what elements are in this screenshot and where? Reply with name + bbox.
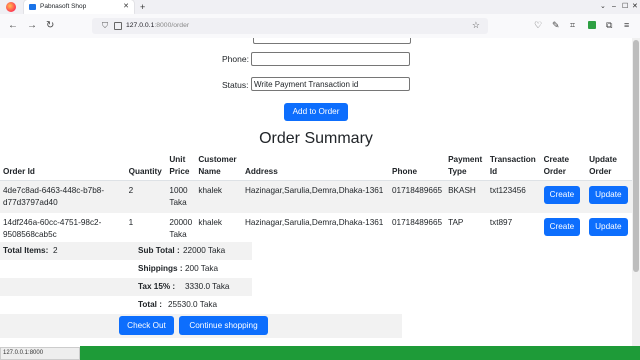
tax-label: Tax 15% : [138,282,176,291]
shield-icon[interactable]: ⛉ [102,21,108,31]
shipping-value: 200 Taka [185,264,219,273]
status-input[interactable]: Write Payment Transaction id [251,77,410,91]
header-payment-type: Payment Type [445,152,487,181]
address-input[interactable] [253,38,411,44]
table-row: 4de7c8ad-6463-448c-b7b8-d77d3797ad40 2 1… [0,180,632,213]
page-title: Order Summary [259,130,373,147]
window-close-icon[interactable]: ✕ [632,0,638,14]
browser-tab[interactable]: Pabnasoft Shop ✕ [24,0,134,14]
extensions-icon[interactable]: ⧉ [606,19,612,31]
update-button[interactable]: Update [589,218,628,236]
screenshot-icon[interactable]: ⌗ [570,19,575,31]
total-items-label: Total Items: [3,246,49,255]
site-favicon-icon [29,4,36,10]
extension-icon[interactable] [588,21,596,29]
forward-icon[interactable]: → [27,19,37,33]
table-header-row: Order Id Quantity Unit Price Customer Na… [0,152,632,181]
header-quantity: Quantity [125,152,167,181]
checkout-button[interactable]: Check Out [119,316,174,335]
header-order-id: Order Id [0,152,126,181]
back-icon[interactable]: ← [8,19,18,33]
unit-price-cell: 20000 Taka [166,213,196,245]
grand-total-row: Total : 25530.0 Taka [0,296,252,314]
scrollbar-thumb[interactable] [633,40,639,272]
bookmark-star-icon[interactable]: ☆ [472,20,480,31]
customer-cell: khalek [195,213,242,245]
browser-tab-bar: Pabnasoft Shop ✕ + ⌄ – ☐ ✕ [0,0,640,14]
quantity-cell: 1 [125,213,167,245]
url-text[interactable]: 127.0.0.1:8000/order [126,18,189,34]
phone-cell: 01718489665 [388,180,446,213]
firefox-icon[interactable] [6,2,16,12]
total-items-row: Total Items: 2 Sub Total : 22000 Taka [0,242,252,260]
minimize-icon[interactable]: – [612,0,616,14]
update-cell: Update [586,213,632,245]
header-create-order: Create Order [540,152,587,181]
address-bar[interactable]: ⛉ 127.0.0.1:8000/order ☆ [92,18,488,34]
header-update-order: Update Order [586,152,632,181]
page-info-icon[interactable] [114,22,122,30]
payment-cell: BKASH [445,180,487,213]
eyedropper-icon[interactable]: ✎ [552,19,560,31]
create-button[interactable]: Create [543,218,581,236]
shipping-row: Shippings : 200 Taka [0,260,252,278]
transaction-cell: txt897 [486,213,541,245]
address-cell: Hazinagar,Sarulia,Demra,Dhaka-1361 [242,180,389,213]
update-cell: Update [586,180,632,213]
tab-title: Pabnasoft Shop [40,3,87,10]
phone-input[interactable] [251,52,410,66]
header-transaction-id: Transaction Id [486,152,541,181]
add-to-order-button[interactable]: Add to Order [284,103,348,121]
subtotal-label: Sub Total : [138,246,180,255]
address-cell: Hazinagar,Sarulia,Demra,Dhaka-1361 [242,213,389,245]
status-bar-url: 127.0.0.1:8000 [0,347,80,360]
create-cell: Create [540,180,587,213]
status-label: Status: [222,80,249,90]
pocket-icon[interactable]: ♡ [534,19,542,31]
tax-row: Tax 15% : 3330.0 Taka [0,278,252,296]
total-items-value: 2 [53,246,58,255]
total-value: 25530.0 Taka [168,300,218,309]
payment-cell: TAP [445,213,487,245]
page-footer [80,346,640,360]
continue-shopping-button[interactable]: Continue shopping [179,316,268,335]
header-unit-price: Unit Price [166,152,196,181]
create-button[interactable]: Create [543,186,581,204]
customer-cell: khalek [195,180,242,213]
update-button[interactable]: Update [589,186,628,204]
phone-cell: 01718489665 [388,213,446,245]
actions-row: Check Out Continue shopping [0,314,402,338]
maximize-icon[interactable]: ☐ [622,0,628,14]
transaction-cell: txt123456 [486,180,541,213]
header-phone: Phone [388,152,446,181]
unit-price-cell: 1000 Taka [166,180,196,213]
list-tabs-icon[interactable]: ⌄ [600,0,606,14]
total-label: Total : [138,300,162,309]
page-content: Phone: Status: Write Payment Transaction… [0,38,632,346]
phone-label: Phone: [222,54,249,64]
reload-icon[interactable]: ↻ [46,19,54,33]
menu-icon[interactable]: ≡ [624,19,629,31]
orders-table: Order Id Quantity Unit Price Customer Na… [0,152,632,245]
table-row: 14df246a-60cc-4751-98c2-9508568cab5c 1 2… [0,213,632,245]
shipping-label: Shippings : [138,264,183,273]
close-tab-icon[interactable]: ✕ [123,0,129,14]
browser-nav-bar: ← → ↻ ⛉ 127.0.0.1:8000/order ☆ [0,14,640,39]
header-address: Address [242,152,389,181]
quantity-cell: 2 [125,180,167,213]
header-customer-name: Customer Name [195,152,242,181]
create-cell: Create [540,213,587,245]
order-id-cell: 4de7c8ad-6463-448c-b7b8-d77d3797ad40 [0,180,126,213]
tax-value: 3330.0 Taka [185,282,230,291]
new-tab-button[interactable]: + [140,0,145,14]
order-id-cell: 14df246a-60cc-4751-98c2-9508568cab5c [0,213,126,245]
subtotal-value: 22000 Taka [183,246,226,255]
